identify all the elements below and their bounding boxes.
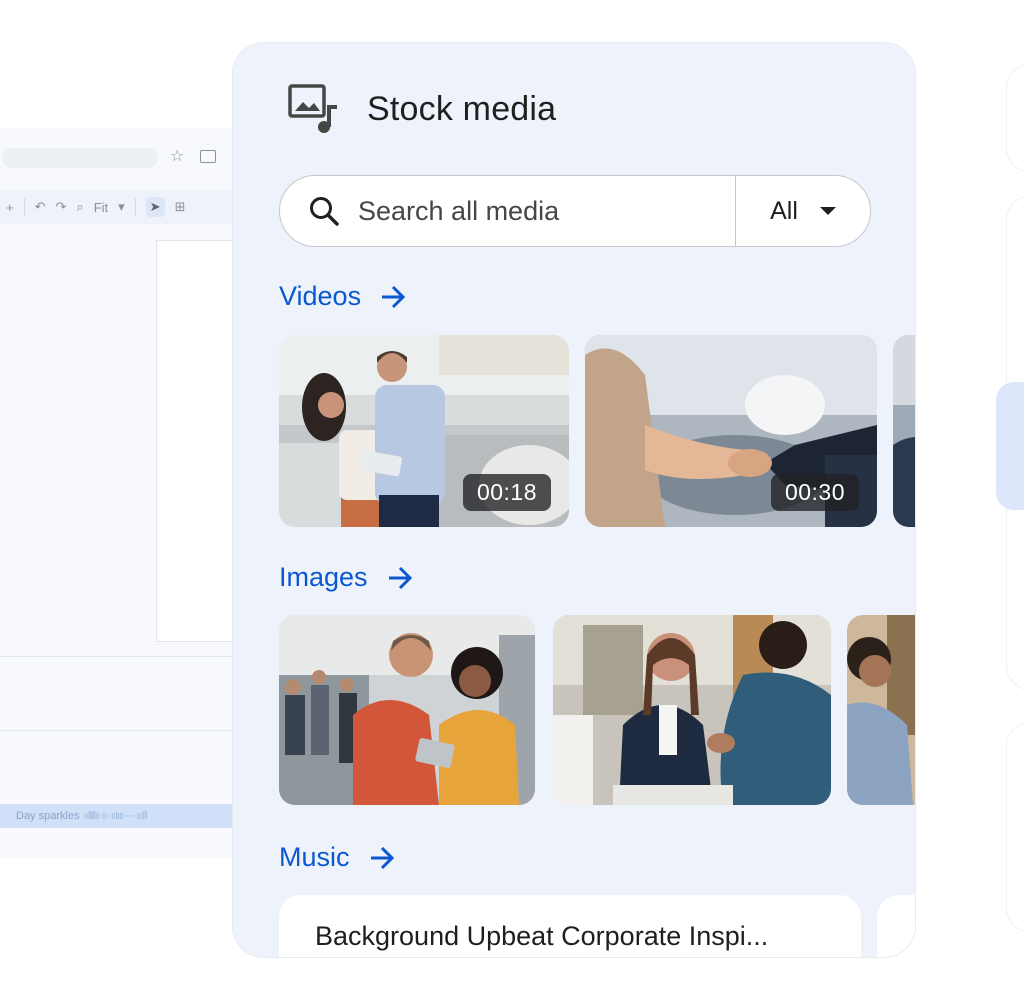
- background-audio-clip: Day sparkles ıılllllıı·ıı··ıılııı·····ıı…: [0, 804, 240, 828]
- background-topbar: ☆: [0, 128, 240, 186]
- toolbar-divider: [134, 198, 136, 216]
- background-search-bar: [2, 148, 158, 168]
- music-track-title: Background Upbeat Corporate Inspi...: [315, 921, 769, 951]
- search-field[interactable]: [280, 176, 736, 246]
- background-canvas: [156, 240, 240, 642]
- image-preview: [279, 615, 535, 805]
- zoom-icon: ⌕: [76, 199, 84, 214]
- video-thumbnail[interactable]: 00:30: [585, 335, 877, 527]
- media-type-dropdown[interactable]: All: [736, 176, 870, 246]
- arrow-right-icon: [370, 846, 394, 869]
- undo-icon: ↶: [34, 199, 46, 214]
- background-editor: ☆ + ↶ ↷ ⌕ Fit ▾ ➤ ⊞ Day sparkles ıılllll…: [0, 128, 240, 858]
- background-panel: [1006, 722, 1024, 932]
- background-highlight: [996, 382, 1024, 510]
- panel-header: Stock media: [287, 83, 556, 135]
- stock-media-icon: [288, 84, 337, 133]
- toolbar-divider: [23, 198, 25, 216]
- arrow-right-icon: [388, 566, 412, 589]
- video-thumbnail[interactable]: [893, 335, 915, 527]
- stage: ☆ + ↶ ↷ ⌕ Fit ▾ ➤ ⊞ Day sparkles ıılllll…: [0, 0, 1024, 1000]
- videos-section-link[interactable]: Videos: [279, 281, 407, 312]
- videos-section-label: Videos: [279, 281, 362, 311]
- image-preview: [847, 615, 915, 805]
- search-bar: All: [279, 175, 871, 247]
- images-section-label: Images: [279, 562, 368, 592]
- waveform-icon: ıılllllıı·ıı··ıılııı·····ııılll: [83, 810, 148, 822]
- image-preview: [553, 615, 831, 805]
- audio-clip-label: Day sparkles: [16, 810, 80, 822]
- video-thumbnail[interactable]: 00:18: [279, 335, 569, 527]
- video-duration: 00:18: [462, 474, 551, 511]
- media-type-value: All: [770, 196, 798, 225]
- video-duration: 00:30: [770, 474, 859, 511]
- background-panel: [1006, 64, 1024, 172]
- search-input[interactable]: [358, 195, 698, 227]
- music-track-card[interactable]: Background Upbeat Corporate Inspi...: [279, 895, 861, 957]
- chevron-down-icon: ▾: [118, 199, 125, 214]
- stock-media-panel: Stock media All Videos: [232, 42, 916, 958]
- folder-icon: [200, 150, 216, 163]
- add-comment-icon: ⊞: [174, 199, 186, 214]
- search-icon: [310, 197, 339, 226]
- timeline-divider: [0, 656, 240, 657]
- caret-down-icon: [819, 207, 836, 215]
- panel-title: Stock media: [367, 89, 557, 128]
- timeline-divider: [0, 730, 240, 731]
- music-section-label: Music: [279, 842, 350, 872]
- video-preview-image: [893, 335, 915, 527]
- redo-icon: ↷: [55, 199, 67, 214]
- images-section-link[interactable]: Images: [279, 562, 414, 593]
- cursor-icon: ➤: [145, 197, 165, 217]
- background-toolbar: + ↶ ↷ ⌕ Fit ▾ ➤ ⊞: [0, 190, 240, 224]
- star-icon: ☆: [170, 148, 185, 165]
- music-track-card[interactable]: [877, 895, 915, 957]
- zoom-label: Fit: [93, 199, 109, 215]
- image-thumbnail[interactable]: [279, 615, 535, 805]
- image-thumbnail[interactable]: [847, 615, 915, 805]
- music-section-link[interactable]: Music: [279, 842, 396, 873]
- plus-icon: +: [6, 199, 14, 215]
- arrow-right-icon: [382, 285, 406, 308]
- image-thumbnail[interactable]: [553, 615, 831, 805]
